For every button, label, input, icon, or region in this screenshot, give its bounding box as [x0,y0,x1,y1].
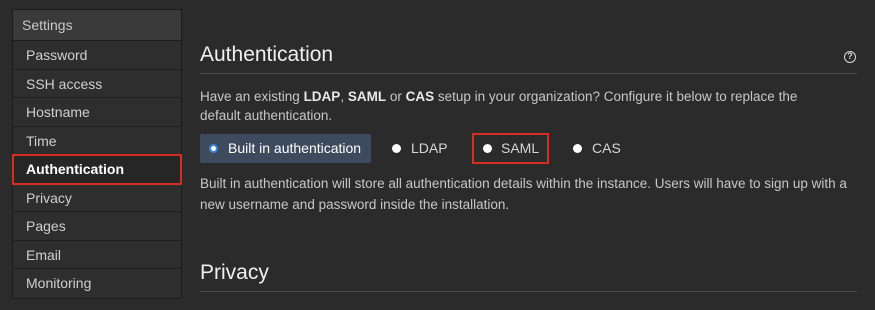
radio-unselected-icon [392,144,401,153]
sidebar-item-pages[interactable]: Pages [13,212,181,241]
intro-text: Have an existing [200,89,304,104]
main-content: Authentication ? Have an existing LDAP, … [200,0,860,310]
radio-label: Built in authentication [228,140,362,156]
radio-built-in-authentication[interactable]: Built in authentication [200,134,371,163]
radio-saml[interactable]: SAML [472,133,549,164]
settings-sidebar: Settings Password SSH access Hostname Ti… [12,9,182,299]
sidebar-item-monitoring[interactable]: Monitoring [13,269,181,298]
intro-text: , [340,89,348,104]
privacy-title: Privacy [200,261,269,284]
radio-label: CAS [592,140,621,156]
intro-saml: SAML [347,89,387,104]
radio-ldap[interactable]: LDAP [392,134,462,163]
sidebar-item-authentication[interactable]: Authentication [12,154,182,185]
intro-cas: CAS [405,89,435,104]
sidebar-item-password[interactable]: Password [13,41,181,70]
radio-unselected-icon [483,144,492,153]
sidebar-item-hostname[interactable]: Hostname [13,98,181,127]
section-divider [200,73,857,74]
authentication-intro: Have an existing LDAP, SAML or CAS setup… [200,87,840,125]
radio-unselected-icon [573,144,582,153]
radio-label: LDAP [411,140,448,156]
sidebar-item-email[interactable]: Email [13,240,181,269]
sidebar-item-time[interactable]: Time [13,126,181,155]
intro-text: or [386,89,406,104]
authentication-title: Authentication [200,43,334,66]
authentication-description: Built in authentication will store all a… [200,176,847,212]
sidebar-item-privacy[interactable]: Privacy [13,183,181,212]
sidebar-item-ssh-access[interactable]: SSH access [13,69,181,98]
intro-ldap: LDAP [303,89,341,104]
section-divider [200,291,857,292]
radio-cas[interactable]: CAS [573,134,633,163]
sidebar-header: Settings [13,10,181,41]
radio-selected-icon [209,144,218,153]
radio-label: SAML [501,140,540,156]
question-circle-icon[interactable]: ? [844,51,856,63]
